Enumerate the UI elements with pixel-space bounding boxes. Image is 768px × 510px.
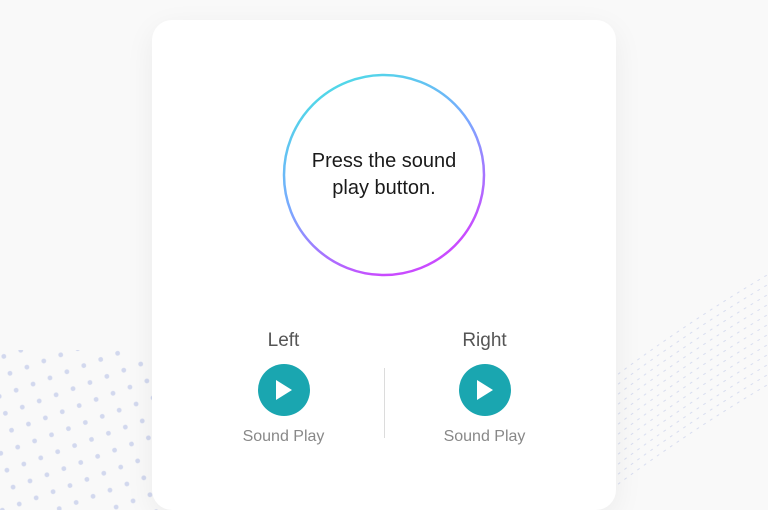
left-channel: Left Sound Play — [184, 330, 384, 446]
instruction-text: Press the sound play button. — [304, 148, 464, 202]
sound-test-card: Press the sound play button. Left Sound … — [152, 20, 616, 510]
right-channel: Right Sound Play — [385, 330, 585, 446]
right-channel-label: Right — [462, 330, 506, 352]
right-play-button[interactable] — [459, 364, 511, 416]
right-play-caption: Sound Play — [444, 428, 526, 446]
left-play-button[interactable] — [258, 364, 310, 416]
play-icon — [475, 379, 495, 401]
instruction-circle: Press the sound play button. — [279, 70, 489, 280]
play-icon — [274, 379, 294, 401]
left-channel-label: Left — [268, 330, 300, 352]
decorative-dots-left — [0, 350, 160, 510]
left-play-caption: Sound Play — [243, 428, 325, 446]
channel-controls: Left Sound Play Right Sound Play — [152, 330, 616, 446]
